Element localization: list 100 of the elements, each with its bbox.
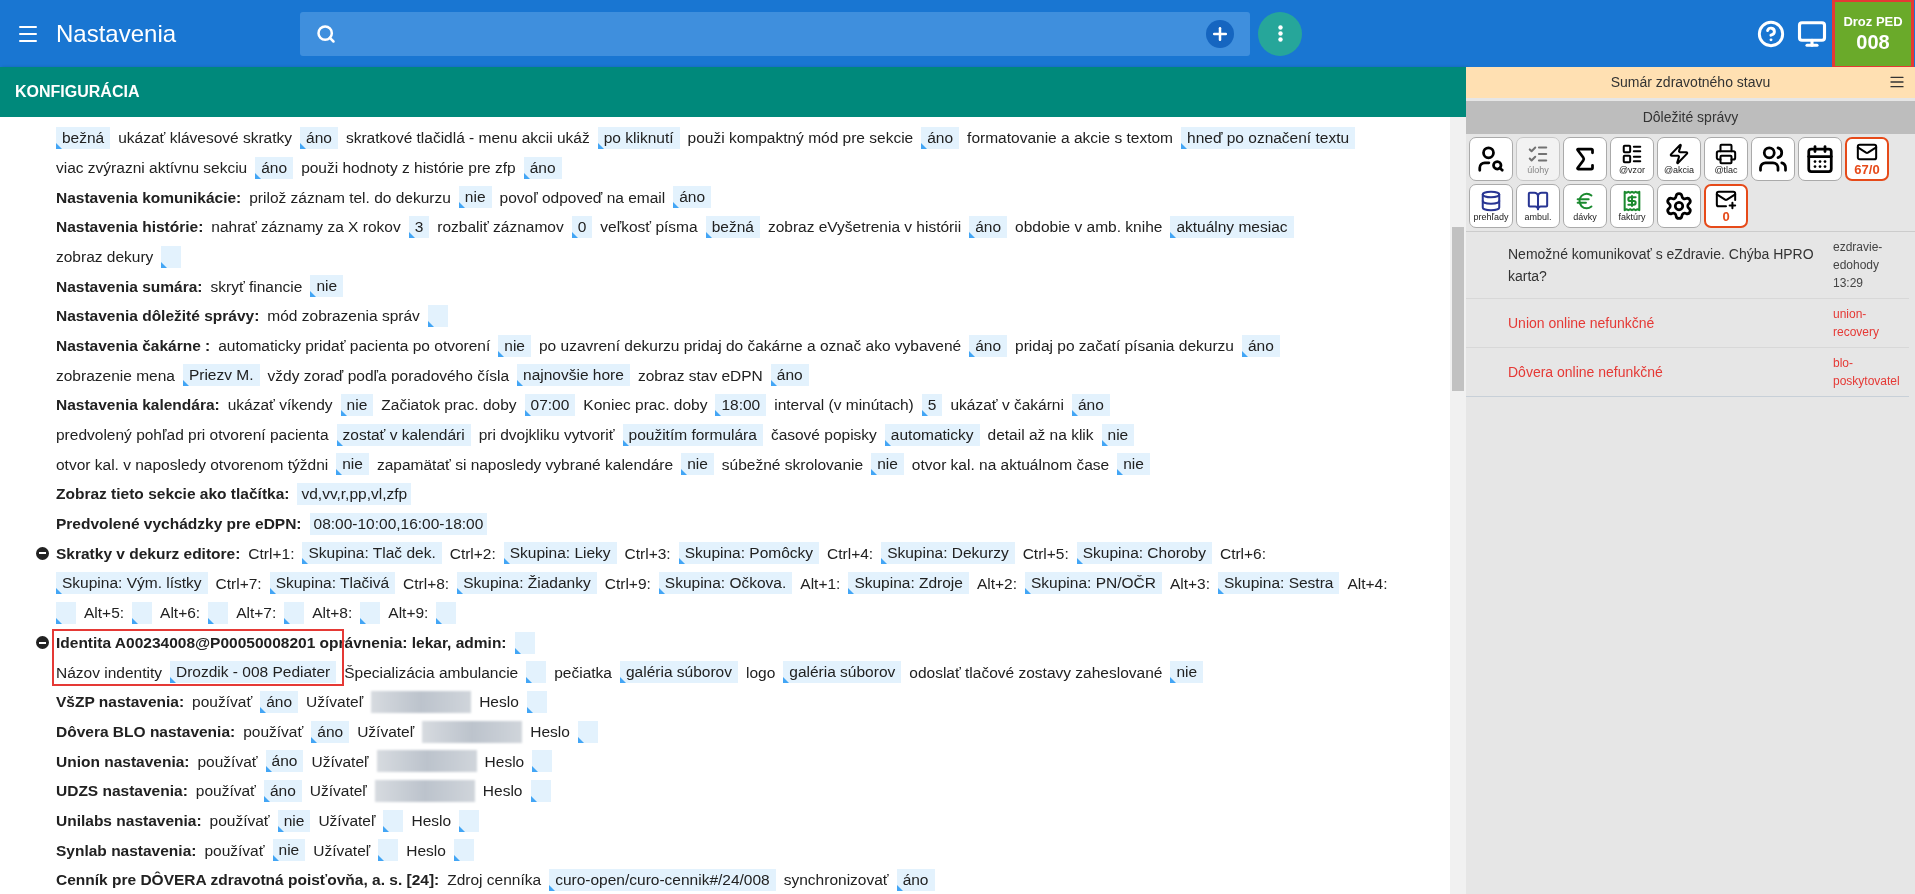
- empty-value-field[interactable]: [514, 631, 535, 654]
- tool-button[interactable]: faktúry: [1610, 184, 1654, 228]
- tool-button[interactable]: @tlac: [1704, 137, 1748, 181]
- value-field[interactable]: Skupina: Vým. lístky: [56, 572, 208, 595]
- empty-value-field[interactable]: [383, 809, 404, 832]
- value-field[interactable]: Skupina: Pomôcky: [678, 542, 820, 565]
- value-field[interactable]: nie: [1117, 453, 1150, 476]
- tool-button[interactable]: @akcia: [1657, 137, 1701, 181]
- value-field[interactable]: áno: [311, 720, 350, 743]
- empty-value-field[interactable]: [378, 839, 399, 862]
- value-field[interactable]: nie: [1170, 661, 1204, 684]
- value-field[interactable]: Skupina: Žiadanky: [457, 572, 597, 595]
- value-field[interactable]: nie: [1101, 423, 1135, 446]
- empty-value-field[interactable]: [161, 245, 182, 268]
- value-field[interactable]: Skupina: Tlač dek.: [302, 542, 442, 565]
- empty-value-field[interactable]: [526, 661, 547, 684]
- value-field[interactable]: áno: [1071, 394, 1110, 417]
- value-field[interactable]: Skupina: Zdroje: [848, 572, 969, 595]
- value-field[interactable]: áno: [300, 126, 338, 149]
- value-field[interactable]: Skupina: Dekurzy: [881, 542, 1015, 565]
- value-field[interactable]: nie: [871, 453, 904, 476]
- empty-value-field[interactable]: [427, 304, 448, 327]
- value-field[interactable]: áno: [523, 156, 562, 179]
- value-field[interactable]: Skupina: Lieky: [503, 542, 617, 565]
- value-field[interactable]: nie: [310, 275, 344, 298]
- value-field[interactable]: áno: [770, 364, 809, 387]
- value-field[interactable]: nie: [498, 334, 531, 357]
- value-field[interactable]: Skupina: Sestra: [1218, 572, 1340, 595]
- search-field[interactable]: [300, 11, 1250, 56]
- collapse-icon[interactable]: [35, 546, 49, 560]
- value-field[interactable]: nie: [340, 394, 374, 417]
- value-field[interactable]: nie: [681, 453, 714, 476]
- value-field[interactable]: áno: [265, 750, 304, 773]
- value-field[interactable]: zostať v kalendári: [336, 423, 471, 446]
- more-button[interactable]: [1258, 11, 1302, 56]
- empty-value-field[interactable]: [208, 601, 229, 624]
- menu-icon[interactable]: [1889, 74, 1905, 90]
- value-field[interactable]: 18:00: [715, 394, 767, 417]
- empty-value-field[interactable]: [453, 839, 474, 862]
- value-field[interactable]: automaticky: [884, 423, 980, 446]
- tool-button[interactable]: 67/0: [1845, 137, 1889, 181]
- tool-button[interactable]: @vzor: [1610, 137, 1654, 181]
- empty-value-field[interactable]: [56, 601, 76, 624]
- summary-header[interactable]: Sumár zdravotného stavu: [1466, 67, 1915, 98]
- tool-button[interactable]: [1563, 137, 1607, 181]
- value-field[interactable]: najnovšie hore: [517, 364, 630, 387]
- tool-button[interactable]: dávky: [1563, 184, 1607, 228]
- value-field[interactable]: nie: [458, 186, 492, 209]
- value-field[interactable]: galéria súborov: [620, 661, 738, 684]
- value-field[interactable]: áno: [896, 869, 935, 892]
- value-field[interactable]: aktuálny mesiac: [1170, 215, 1294, 238]
- value-field[interactable]: Skupina: Očkova.: [658, 572, 793, 595]
- value-field[interactable]: galéria súborov: [783, 661, 902, 684]
- tool-button[interactable]: [1798, 137, 1842, 181]
- value-field[interactable]: áno: [263, 779, 302, 802]
- empty-value-field[interactable]: [132, 601, 153, 624]
- value-field[interactable]: curo-open/curo-cennik#/24/008: [549, 869, 776, 892]
- empty-value-field[interactable]: [532, 750, 553, 773]
- value-field[interactable]: áno: [969, 334, 1008, 357]
- tool-button[interactable]: prehľady: [1469, 184, 1513, 228]
- value-field[interactable]: bežná: [56, 126, 111, 149]
- value-field[interactable]: 07:00: [524, 394, 576, 417]
- tool-button[interactable]: [1657, 184, 1701, 228]
- value-field[interactable]: nie: [277, 809, 311, 832]
- empty-value-field[interactable]: [360, 601, 381, 624]
- value-field[interactable]: áno: [260, 690, 299, 713]
- value-field[interactable]: nie: [336, 453, 369, 476]
- value-field[interactable]: vd,vv,r,pp,vl,zfp: [297, 483, 412, 506]
- value-field[interactable]: áno: [969, 215, 1008, 238]
- value-field[interactable]: Drozdik - 008 Pediater: [170, 661, 337, 684]
- value-field[interactable]: bežná: [705, 215, 760, 238]
- empty-value-field[interactable]: [459, 809, 480, 832]
- add-button[interactable]: [1206, 19, 1234, 48]
- empty-value-field[interactable]: [577, 720, 598, 743]
- value-field[interactable]: áno: [921, 126, 960, 149]
- empty-value-field[interactable]: [530, 779, 551, 802]
- value-field[interactable]: 5: [921, 394, 943, 417]
- value-field[interactable]: 3: [408, 215, 430, 238]
- empty-value-field[interactable]: [526, 690, 547, 713]
- monitor-icon[interactable]: [1797, 18, 1827, 49]
- message-text[interactable]: Nemožné komunikovať s eZdravie. Chýba HPRO karta?: [1466, 243, 1833, 287]
- value-field[interactable]: hneď po označení textu: [1181, 126, 1356, 149]
- tool-button[interactable]: [1469, 137, 1513, 181]
- value-field[interactable]: použitím formulára: [622, 423, 763, 446]
- value-field[interactable]: Skupina: Tlačivá: [269, 572, 396, 595]
- tool-button[interactable]: ambul.: [1516, 184, 1560, 228]
- value-field[interactable]: 0: [571, 215, 593, 238]
- help-icon[interactable]: [1757, 19, 1785, 48]
- tool-button[interactable]: [1751, 137, 1795, 181]
- value-field[interactable]: áno: [673, 186, 712, 209]
- tool-button[interactable]: 0: [1704, 184, 1748, 228]
- value-field[interactable]: Priezv M.: [182, 364, 260, 387]
- value-field[interactable]: áno: [1241, 334, 1280, 357]
- empty-value-field[interactable]: [436, 601, 457, 624]
- value-field[interactable]: áno: [255, 156, 294, 179]
- value-field[interactable]: Skupina: PN/OČR: [1025, 572, 1162, 595]
- collapse-icon[interactable]: [35, 636, 49, 650]
- value-field[interactable]: Skupina: Choroby: [1076, 542, 1212, 565]
- scrollbar[interactable]: [1450, 117, 1466, 894]
- value-field[interactable]: po kliknutí: [597, 126, 680, 149]
